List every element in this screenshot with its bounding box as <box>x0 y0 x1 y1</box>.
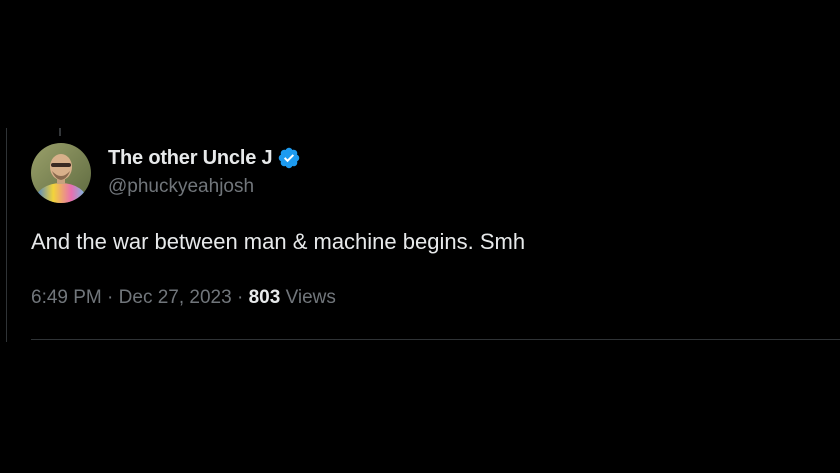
tweet-time[interactable]: 6:49 PM <box>31 287 102 308</box>
tweet-text: And the war between man & machine begins… <box>31 229 526 254</box>
tweet-meta: 6:49 PM · Dec 27, 2023 · 803 Views <box>31 287 336 309</box>
avatar-image <box>31 143 91 203</box>
meta-separator: · <box>236 287 244 308</box>
meta-separator: · <box>107 287 114 308</box>
tweet-date[interactable]: Dec 27, 2023 <box>119 287 232 308</box>
left-border-line <box>6 128 7 342</box>
avatar[interactable] <box>31 143 91 203</box>
divider <box>31 339 840 340</box>
author-handle[interactable]: @phuckyeahjosh <box>108 176 254 198</box>
views-label: Views <box>285 287 336 308</box>
tweet-screenshot: The other Uncle J @phuckyeahjosh And the… <box>0 0 840 473</box>
author-name-row[interactable]: The other Uncle J <box>108 145 301 171</box>
views-count[interactable]: 803 <box>249 287 281 308</box>
author-display-name[interactable]: The other Uncle J <box>108 147 273 170</box>
verified-badge-icon <box>277 146 301 170</box>
thread-connector <box>59 128 61 136</box>
